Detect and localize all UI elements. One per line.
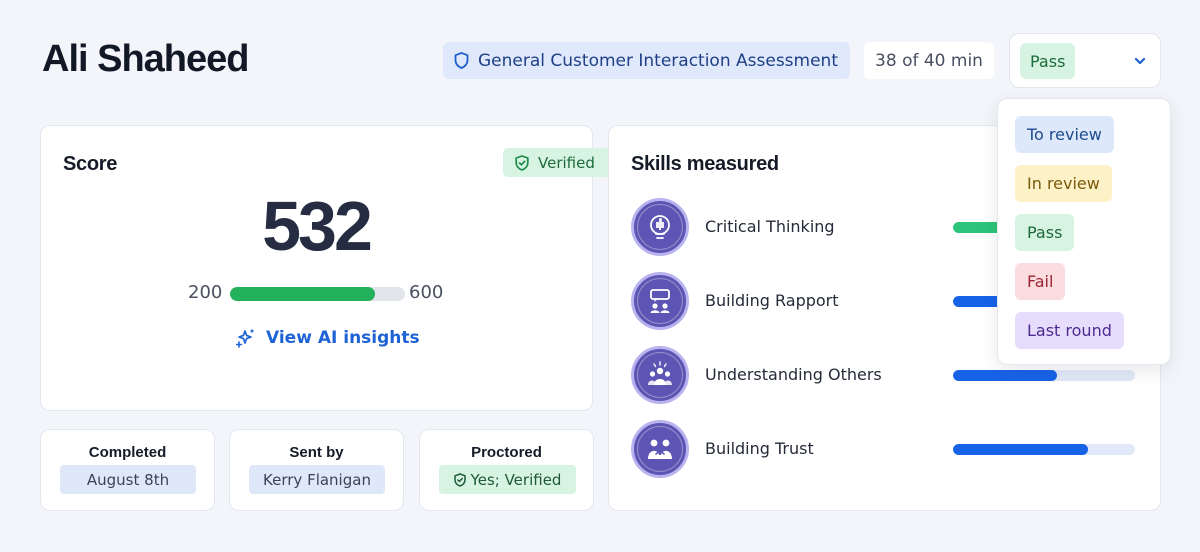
chevron-down-icon[interactable]: [1133, 53, 1147, 72]
completed-card: Completed August 8th: [40, 429, 215, 511]
score-range-fill: [230, 287, 376, 301]
score-range-max: 600: [409, 282, 444, 303]
completed-value: August 8th: [60, 465, 196, 494]
sparkle-icon: [236, 327, 257, 348]
proctored-value: Yes; Verified: [470, 470, 562, 489]
shield-icon: [454, 52, 469, 69]
skill-name: Building Trust: [705, 439, 814, 458]
candidate-name: Ali Shaheed: [42, 38, 249, 80]
shield-check-icon: [453, 472, 466, 487]
time-used-chip: 38 of 40 min: [864, 42, 994, 79]
score-range-bar: [230, 287, 405, 301]
score-range-min: 200: [188, 282, 223, 303]
chat-people-icon: [631, 272, 689, 330]
proctored-label: Proctored: [471, 444, 542, 461]
status-option-pass[interactable]: Pass: [1015, 214, 1075, 251]
sent-by-label: Sent by: [289, 444, 344, 461]
status-option-in-review[interactable]: In review: [1015, 165, 1112, 202]
proctored-value-badge: Yes; Verified: [439, 465, 576, 494]
status-dropdown-menu: To review In review Pass Fail Last round: [997, 98, 1171, 365]
skill-level-fill: [953, 370, 1057, 381]
skill-level-fill: [953, 444, 1088, 455]
skill-name: Critical Thinking: [705, 217, 835, 236]
sent-by-value: Kerry Flanigan: [249, 465, 385, 494]
skill-level-bar: [953, 444, 1135, 455]
status-option-to-review[interactable]: To review: [1015, 116, 1114, 153]
completed-label: Completed: [88, 444, 167, 461]
skill-name: Building Rapport: [705, 291, 839, 310]
view-ai-insights-label: View AI insights: [266, 327, 420, 348]
status-option-fail[interactable]: Fail: [1015, 263, 1066, 300]
handshake-people-icon: [631, 420, 689, 478]
view-ai-insights-link[interactable]: View AI insights: [236, 327, 420, 348]
score-value: 532: [262, 187, 373, 265]
assessment-name: General Customer Interaction Assessment: [478, 50, 838, 71]
status-option-last-round[interactable]: Last round: [1015, 312, 1124, 349]
verified-badge: Verified: [503, 148, 611, 177]
group-icon: [631, 346, 689, 404]
skill-name: Understanding Others: [705, 365, 882, 384]
skill-level-bar: [953, 370, 1135, 381]
skill-row-building-trust: Building Trust: [631, 420, 1141, 478]
skills-card-title: Skills measured: [631, 153, 779, 175]
score-card: Score Verified 532 200 600 View AI insig…: [40, 125, 611, 411]
sent-by-card: Sent by Kerry Flanigan: [229, 429, 404, 511]
verified-label: Verified: [538, 153, 595, 172]
status-selected-value: Pass: [1020, 43, 1076, 79]
shield-check-icon: [515, 154, 529, 171]
status-select[interactable]: Pass: [1009, 33, 1161, 88]
score-card-title: Score: [63, 153, 118, 175]
proctored-card: Proctored Yes; Verified: [419, 429, 594, 511]
assessment-chip[interactable]: General Customer Interaction Assessment: [443, 42, 850, 79]
lightbulb-puzzle-icon: [631, 198, 689, 256]
